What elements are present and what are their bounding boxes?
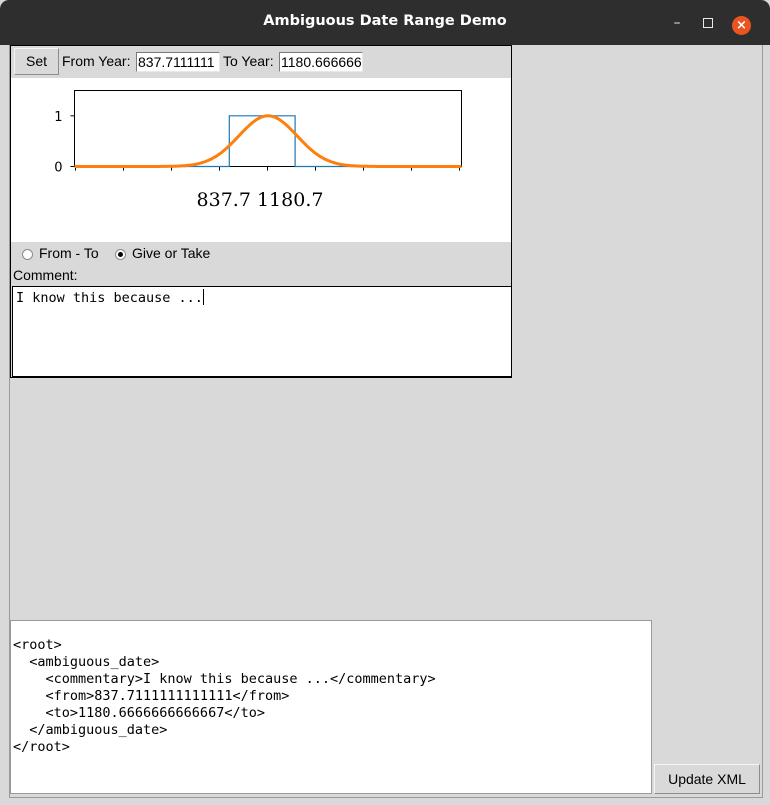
to-year-input[interactable]: 1180.666666 <box>279 52 363 72</box>
to-year-label: To Year: <box>223 53 274 69</box>
comment-textbox[interactable]: I know this because ... <box>12 286 512 377</box>
set-button[interactable]: Set <box>14 48 59 75</box>
maximize-button[interactable] <box>698 13 718 33</box>
close-button[interactable]: × <box>732 16 751 35</box>
from-year-label: From Year: <box>62 53 131 69</box>
from-to-label: From - To <box>39 245 99 261</box>
comment-text: I know this because ... <box>16 290 203 306</box>
range-readout: 837.7 1180.7 <box>197 189 324 211</box>
comment-label: Comment: <box>13 267 78 283</box>
maximize-icon <box>703 18 713 28</box>
plot-frame <box>74 90 462 167</box>
text-cursor <box>202 289 204 305</box>
give-or-take-radio[interactable] <box>115 249 126 260</box>
date-range-panel: Set From Year: 837.7111111 To Year: 1180… <box>10 45 512 378</box>
distribution-chart: 01 837.7 1180.7 <box>54 90 462 273</box>
from-year-input[interactable]: 837.7111111 <box>136 52 220 72</box>
from-to-radio[interactable] <box>22 249 33 260</box>
give-or-take-label: Give or Take <box>132 245 211 261</box>
uniform-range-line <box>74 115 462 168</box>
gaussian-curve <box>74 114 462 168</box>
title-bar: Ambiguous Date Range Demo – × <box>0 0 770 45</box>
plot-area: 01 837.7 1180.7 <box>11 78 511 273</box>
update-xml-button[interactable]: Update XML <box>654 764 760 794</box>
minimize-button[interactable]: – <box>667 13 687 33</box>
y-tick-label: 1 <box>54 110 62 125</box>
window-title: Ambiguous Date Range Demo <box>263 13 507 29</box>
xml-output[interactable]: <root> <ambiguous_date> <commentary>I kn… <box>10 620 652 794</box>
y-axis-ticks: 01 <box>54 110 75 176</box>
y-tick-label: 0 <box>54 161 62 176</box>
